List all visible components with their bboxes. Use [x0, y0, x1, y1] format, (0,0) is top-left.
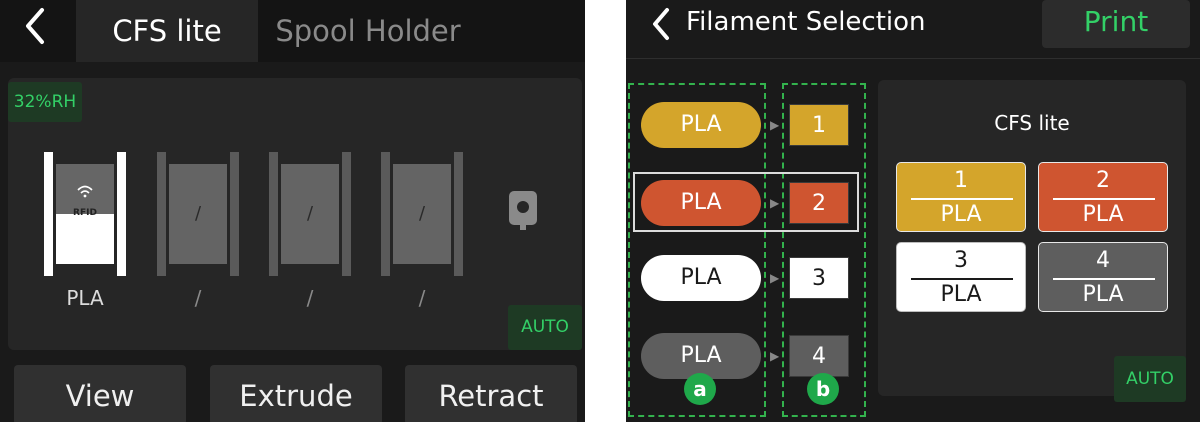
- cfs-slot-3[interactable]: 3 PLA: [896, 242, 1026, 312]
- cfs-slot-2[interactable]: 2 PLA: [1038, 162, 1168, 232]
- slot-1[interactable]: RFID: [44, 152, 126, 276]
- chevron-left-icon: [653, 8, 669, 40]
- filament-pill-2[interactable]: PLA: [641, 180, 761, 226]
- view-button[interactable]: View: [14, 365, 186, 422]
- cfs-slot-number: 4: [1096, 248, 1110, 273]
- slot-post: [230, 152, 239, 276]
- print-button[interactable]: Print: [1042, 0, 1190, 48]
- slot-spool: /: [169, 164, 227, 264]
- tab-cfs-lite[interactable]: CFS lite: [76, 0, 258, 62]
- back-button[interactable]: [20, 4, 60, 54]
- rfid-label: RFID: [73, 208, 97, 218]
- auto-toggle[interactable]: AUTO: [508, 305, 582, 350]
- slot-3[interactable]: /: [269, 152, 351, 276]
- cfs-slot-number: 2: [1096, 168, 1110, 193]
- divider: [1053, 278, 1155, 280]
- filament-pill-3[interactable]: PLA: [641, 255, 761, 301]
- divider: [911, 278, 1013, 280]
- divider: [911, 198, 1013, 200]
- slot-3-label: /: [306, 286, 314, 310]
- divider: [1053, 198, 1155, 200]
- slot-post: [117, 152, 126, 276]
- callout-a-badge: a: [684, 373, 716, 405]
- arrow-right-icon: ▶: [770, 118, 780, 132]
- cfs-lite-screen: CFS lite Spool Holder 32%RH RFID PLA / /…: [0, 0, 585, 422]
- cfs-slot-number: 3: [954, 248, 968, 273]
- arrow-right-icon: ▶: [770, 271, 780, 285]
- top-bar: Filament Selection Print: [626, 0, 1200, 59]
- cfs-slot-material: PLA: [940, 202, 982, 227]
- slot-post: [381, 152, 390, 276]
- slot-spool: RFID: [56, 164, 114, 264]
- cfs-slot-1[interactable]: 1 PLA: [896, 162, 1026, 232]
- slot-number-3[interactable]: 3: [789, 257, 849, 299]
- callout-b-badge: b: [807, 373, 839, 405]
- filament-selection-screen: Filament Selection Print PLA PLA PLA PLA…: [626, 0, 1200, 422]
- slot-post: [454, 152, 463, 276]
- slot-4-label: /: [418, 286, 426, 310]
- slot-2[interactable]: /: [157, 152, 239, 276]
- slot-spool: /: [281, 164, 339, 264]
- spool-holder-icon[interactable]: [508, 190, 538, 232]
- slot-number-2[interactable]: 2: [789, 182, 849, 224]
- slot-post: [342, 152, 351, 276]
- slot-4[interactable]: /: [381, 152, 463, 276]
- back-button[interactable]: [648, 4, 678, 48]
- top-bar: CFS lite Spool Holder: [0, 0, 585, 62]
- arrow-right-icon: ▶: [770, 196, 780, 210]
- slot-number-1[interactable]: 1: [789, 104, 849, 146]
- cfs-slot-material: PLA: [1082, 202, 1124, 227]
- filament-pill-1[interactable]: PLA: [641, 102, 761, 148]
- rfid-signal-icon: [76, 184, 94, 202]
- cfs-slot-number: 1: [954, 168, 968, 193]
- retract-button[interactable]: Retract: [405, 365, 577, 422]
- slot-post: [157, 152, 166, 276]
- auto-toggle[interactable]: AUTO: [1114, 356, 1186, 402]
- page-title: Filament Selection: [686, 7, 926, 37]
- tab-spool-holder[interactable]: Spool Holder: [258, 0, 478, 62]
- cfs-slot-material: PLA: [940, 282, 982, 307]
- slot-spool: /: [393, 164, 451, 264]
- slot-post: [44, 152, 53, 276]
- slot-1-label: PLA: [66, 286, 104, 310]
- cfs-slot-material: PLA: [1082, 282, 1124, 307]
- slot-post: [269, 152, 278, 276]
- humidity-badge: 32%RH: [8, 82, 82, 122]
- extrude-button[interactable]: Extrude: [210, 365, 382, 422]
- slot-2-label: /: [194, 286, 202, 310]
- arrow-right-icon: ▶: [770, 349, 780, 363]
- cfs-panel-title: CFS lite: [994, 111, 1070, 135]
- slot-number-4[interactable]: 4: [789, 335, 849, 377]
- chevron-left-icon: [26, 8, 44, 44]
- cfs-slot-4[interactable]: 4 PLA: [1038, 242, 1168, 312]
